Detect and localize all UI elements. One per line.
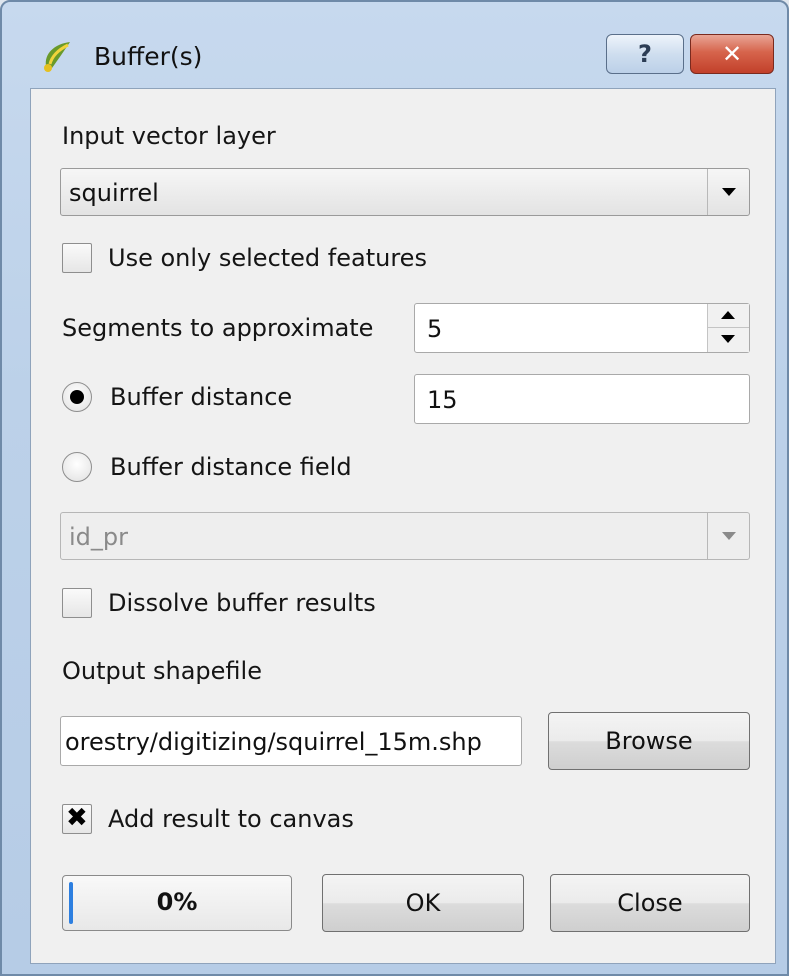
ok-button[interactable]: OK: [322, 874, 524, 932]
buffer-distance-field-radio[interactable]: [62, 452, 92, 482]
title-bar[interactable]: Buffer(s) ? ✕: [2, 2, 787, 88]
chevron-down-icon[interactable]: [707, 513, 749, 559]
browse-button[interactable]: Browse: [548, 712, 750, 770]
dissolve-checkbox[interactable]: [62, 588, 92, 618]
input-layer-value: squirrel: [69, 179, 159, 207]
progress-bar: 0%: [62, 875, 292, 931]
segments-value: 5: [427, 315, 443, 343]
buffer-distance-input[interactable]: 15: [414, 374, 750, 424]
buffer-field-value: id_pr: [69, 523, 129, 551]
dissolve-label: Dissolve buffer results: [108, 589, 376, 617]
buffer-distance-value: 15: [427, 386, 458, 414]
close-button[interactable]: Close: [550, 874, 750, 932]
segments-label: Segments to approximate: [62, 314, 374, 342]
help-button[interactable]: ?: [606, 34, 684, 74]
output-shapefile-label: Output shapefile: [62, 657, 262, 685]
spinbox-buttons: [707, 304, 749, 352]
chevron-down-icon[interactable]: [707, 169, 749, 215]
buffer-dialog-window: Buffer(s) ? ✕ Input vector layer squirre…: [0, 0, 789, 976]
segments-spinbox[interactable]: 5: [414, 303, 750, 353]
output-path-input[interactable]: orestry/digitizing/squirrel_15m.shp: [60, 716, 522, 766]
buffer-distance-field-label: Buffer distance field: [110, 453, 352, 481]
spin-down-icon[interactable]: [708, 328, 749, 352]
qgis-app-icon: [44, 42, 70, 72]
output-path-value: orestry/digitizing/squirrel_15m.shp: [65, 728, 482, 756]
close-window-button[interactable]: ✕: [690, 34, 774, 74]
add-to-canvas-checkbox[interactable]: [62, 803, 92, 834]
selected-features-label: Use only selected features: [108, 244, 427, 272]
input-layer-label: Input vector layer: [62, 122, 276, 150]
progress-text: 0%: [156, 888, 198, 916]
selected-features-checkbox[interactable]: [62, 243, 92, 273]
add-to-canvas-label: Add result to canvas: [108, 805, 354, 833]
window-title: Buffer(s): [94, 42, 203, 71]
buffer-distance-radio[interactable]: [62, 382, 92, 412]
buffer-field-combo[interactable]: id_pr: [60, 512, 750, 560]
buffer-distance-label: Buffer distance: [110, 383, 293, 411]
input-layer-combo[interactable]: squirrel: [60, 168, 750, 216]
spin-up-icon[interactable]: [708, 304, 749, 328]
